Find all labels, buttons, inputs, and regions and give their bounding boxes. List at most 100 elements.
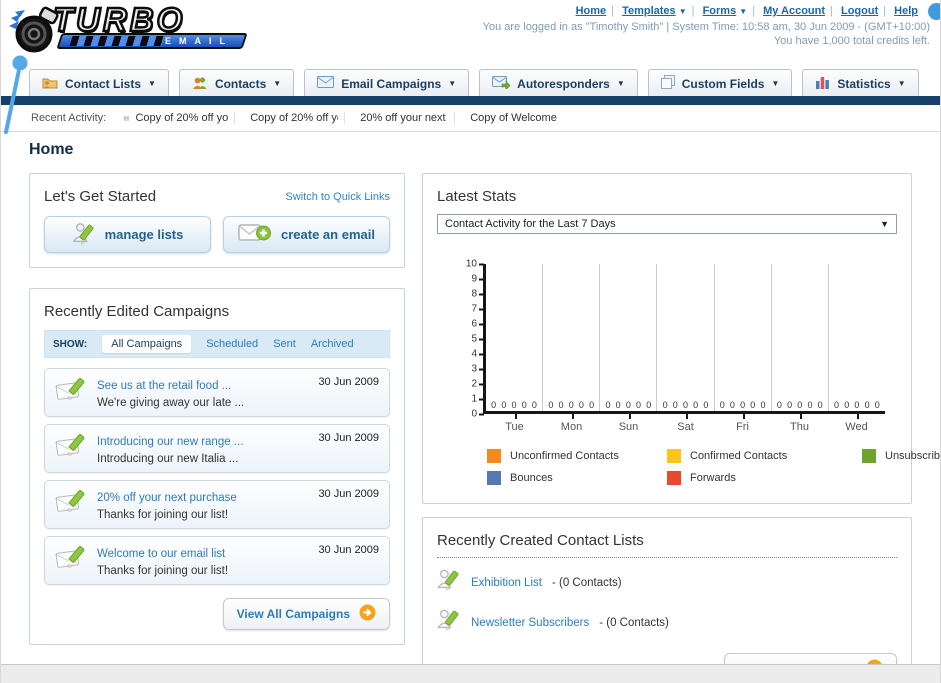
envelope-icon bbox=[317, 76, 335, 91]
manage-lists-button[interactable]: manage lists bbox=[44, 216, 211, 253]
create-email-button[interactable]: create an email bbox=[223, 216, 390, 253]
stats-period-select[interactable]: Contact Activity for the Last 7 Days ▼ bbox=[437, 214, 897, 234]
chart-xlabels: Tue Mon Sun Sat Fri Thu Wed bbox=[486, 414, 885, 433]
legend-item: Unconfirmed Contacts bbox=[487, 449, 667, 463]
y-axis-tick-label: 0 bbox=[471, 409, 486, 420]
bar-value-labels: 00000 bbox=[662, 400, 709, 410]
x-axis-label: Sat bbox=[657, 414, 714, 433]
app-window: TURBO EMAIL Home | Templates ▼ | Forms ▼ | … bbox=[0, 0, 941, 683]
legend-item: Forwards bbox=[667, 471, 862, 485]
get-started-title: Let's Get Started bbox=[44, 188, 157, 205]
dotted-divider bbox=[437, 557, 897, 558]
envelope-pencil-icon bbox=[55, 432, 87, 463]
recent-activity-item[interactable]: 20% off your next p bbox=[344, 112, 448, 124]
legend-swatch bbox=[862, 449, 876, 463]
campaign-title-link[interactable]: 20% off your next purchase bbox=[97, 492, 237, 504]
show-label: SHOW: bbox=[53, 338, 88, 350]
recently-edited-campaigns-panel: Recently Edited Campaigns SHOW: All Camp… bbox=[29, 288, 405, 645]
recent-activity-item[interactable]: Copy of 20% off yo bbox=[124, 112, 228, 124]
chevron-down-icon: ▼ bbox=[148, 79, 156, 88]
campaign-row[interactable]: 20% off your next purchase Thanks for joi… bbox=[44, 480, 390, 529]
bar-value-labels: 00000 bbox=[776, 400, 823, 410]
nav-link-my-account[interactable]: My Account bbox=[763, 5, 825, 17]
campaign-date: 30 Jun 2009 bbox=[318, 488, 379, 500]
tab-statistics[interactable]: Statistics ▼ bbox=[802, 69, 919, 98]
campaign-title-link[interactable]: See us at the retail food ... bbox=[97, 380, 231, 392]
person-pencil-icon bbox=[437, 567, 461, 598]
nav-link-home[interactable]: Home bbox=[576, 5, 607, 17]
main-nav-tabs: Contact Lists ▼ Contacts ▼ Email Campaigns… bbox=[29, 69, 919, 98]
filter-tab-sent[interactable]: Sent bbox=[273, 338, 296, 350]
contact-list-count: - (0 Contacts) bbox=[551, 576, 622, 589]
campaign-row[interactable]: Welcome to our email list Thanks for join… bbox=[44, 536, 390, 585]
tab-label: Autoresponders bbox=[517, 76, 610, 91]
y-axis-tick-label: 2 bbox=[471, 379, 486, 390]
contact-list-row[interactable]: Newsletter Subscribers - (0 Contacts) bbox=[437, 607, 897, 638]
chevron-down-icon: ▼ bbox=[273, 79, 282, 88]
legend-item: Unsubscribes bbox=[862, 449, 940, 463]
y-axis-tick-label: 5 bbox=[471, 334, 486, 345]
x-axis-label: Fri bbox=[714, 414, 771, 433]
latest-stats-panel: Latest Stats Contact Activity for the La… bbox=[422, 173, 940, 504]
chart-day-group: 00000 bbox=[543, 264, 601, 411]
logo-title: TURBO bbox=[52, 1, 186, 38]
y-axis-tick-label: 6 bbox=[471, 319, 486, 330]
contact-list-link[interactable]: Exhibition List bbox=[471, 577, 542, 589]
campaign-subtitle: Introducing our new Italia ... bbox=[97, 453, 239, 465]
x-axis-label: Sun bbox=[600, 414, 657, 433]
campaign-date: 30 Jun 2009 bbox=[318, 376, 379, 388]
switch-quick-links[interactable]: Switch to Quick Links bbox=[285, 191, 390, 203]
campaign-row[interactable]: See us at the retail food ... We're givin… bbox=[44, 368, 390, 417]
top-nav-links: Home | Templates ▼ | Forms ▼ | My Account | … bbox=[575, 5, 918, 17]
filter-tab-all-campaigns[interactable]: All Campaigns bbox=[102, 335, 192, 353]
login-info: You are logged in as "Timothy Smith" | S… bbox=[482, 21, 930, 33]
chevron-down-icon: ▼ bbox=[739, 7, 748, 16]
annotation-callout-line bbox=[4, 55, 28, 134]
tab-email-campaigns[interactable]: Email Campaigns ▼ bbox=[304, 69, 470, 98]
campaign-date: 30 Jun 2009 bbox=[318, 544, 379, 556]
y-axis-tick-label: 1 bbox=[471, 394, 486, 405]
envelope-icon bbox=[124, 116, 130, 120]
campaign-title-link[interactable]: Introducing our new range ... bbox=[97, 436, 243, 448]
y-axis-tick-label: 8 bbox=[471, 289, 486, 300]
envelope-pencil-icon bbox=[55, 488, 87, 519]
chevron-down-icon: ▼ bbox=[771, 79, 780, 88]
campaign-list: See us at the retail food ... We're givin… bbox=[44, 368, 390, 585]
recent-activity-item[interactable]: Copy of Welcome to bbox=[454, 112, 558, 124]
view-all-campaigns-button[interactable]: View All Campaigns bbox=[222, 598, 390, 630]
recent-activity-bar: Recent Activity: Copy of 20% off yo Copy… bbox=[1, 105, 940, 132]
filter-tab-scheduled[interactable]: Scheduled bbox=[206, 338, 258, 350]
credits-info: You have 1,000 total credits left. bbox=[773, 35, 930, 47]
legend-label: Forwards bbox=[690, 472, 736, 484]
pages-icon bbox=[660, 75, 675, 92]
nav-link-forms[interactable]: Forms bbox=[703, 5, 737, 17]
annotation-dot bbox=[928, 3, 940, 20]
campaign-subtitle: We're giving away our late ... bbox=[97, 397, 245, 409]
contact-list-link[interactable]: Newsletter Subscribers bbox=[471, 617, 589, 629]
nav-link-logout[interactable]: Logout bbox=[841, 5, 878, 17]
campaign-filter-tabs: SHOW: All Campaigns Scheduled Sent Archi… bbox=[44, 330, 390, 358]
logo-subtitle: EMAIL bbox=[165, 36, 233, 47]
campaign-row[interactable]: Introducing our new range ... Introducing… bbox=[44, 424, 390, 473]
tab-label: Contacts bbox=[214, 76, 267, 91]
tab-custom-fields[interactable]: Custom Fields ▼ bbox=[647, 69, 793, 98]
tab-label: Contact Lists bbox=[65, 76, 142, 91]
campaign-title-link[interactable]: Welcome to our email list bbox=[97, 548, 225, 560]
x-axis-label: Tue bbox=[486, 414, 543, 433]
recent-activity-item[interactable]: Copy of 20% off yo bbox=[234, 112, 338, 124]
chart-day-group: 00000 bbox=[829, 264, 885, 411]
chart-day-group: 00000 bbox=[486, 264, 544, 411]
tab-autoresponders[interactable]: Autoresponders ▼ bbox=[479, 69, 638, 98]
chart-day-group: 00000 bbox=[772, 264, 829, 411]
tab-contact-lists[interactable]: Contact Lists ▼ bbox=[29, 69, 169, 98]
nav-link-templates[interactable]: Templates bbox=[622, 5, 676, 17]
filter-tab-archived[interactable]: Archived bbox=[311, 338, 354, 350]
nav-link-help[interactable]: Help bbox=[894, 5, 918, 17]
legend-swatch bbox=[487, 449, 501, 463]
person-pencil-icon bbox=[72, 221, 96, 248]
tab-contacts[interactable]: Contacts ▼ bbox=[178, 69, 295, 98]
contact-activity-chart: 0 1 2 3 4 5 6 7 8 9 10 0 0 0 0 0 0 0 0 0 0 0 0 0 0 0 0 0 0 0 0 0 0 0 0 0 0 0 0… bbox=[466, 259, 885, 433]
chevron-down-icon: ▼ bbox=[616, 79, 625, 88]
contact-list-row[interactable]: Exhibition List - (0 Contacts) bbox=[437, 567, 897, 598]
bar-value-labels: 00000 bbox=[548, 400, 595, 410]
